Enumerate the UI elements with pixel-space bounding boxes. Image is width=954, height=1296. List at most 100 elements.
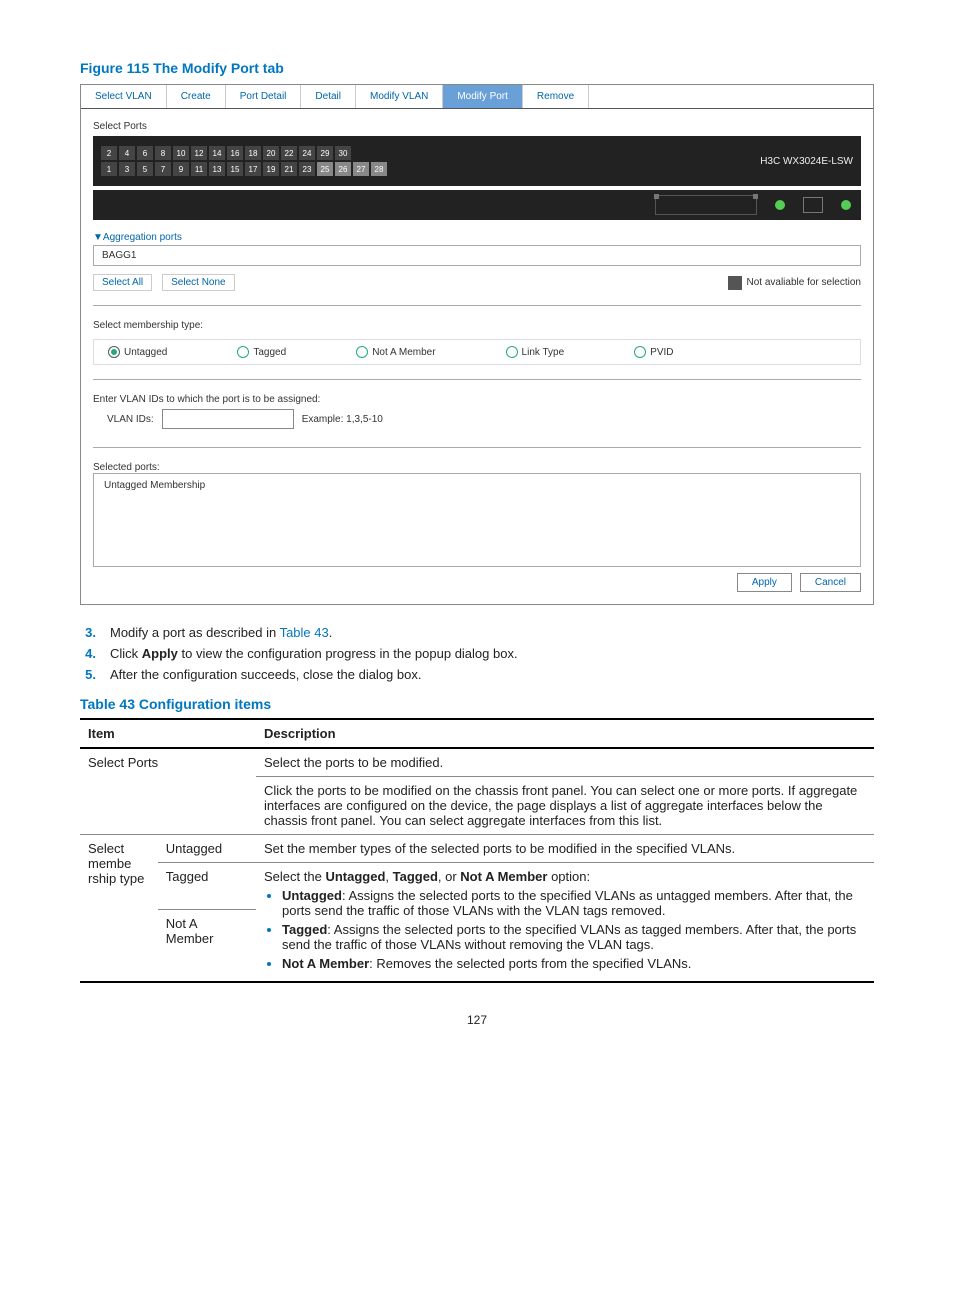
radio-pvid[interactable]: PVID <box>634 346 673 358</box>
port-16[interactable]: 16 <box>227 146 243 160</box>
radio-label: Not A Member <box>372 347 435 358</box>
legend-text: Not avaliable for selection <box>746 277 861 288</box>
tab-modify-port[interactable]: Modify Port <box>443 85 523 108</box>
port-25[interactable]: 25 <box>317 162 333 176</box>
port-13[interactable]: 13 <box>209 162 225 176</box>
port-9[interactable]: 9 <box>173 162 189 176</box>
td-desc: Click the ports to be modified on the ch… <box>256 777 874 835</box>
step-number: 5. <box>80 667 96 682</box>
radio-untagged[interactable]: Untagged <box>108 346 167 358</box>
td-select-membership: Select membe rship type <box>80 835 158 983</box>
port-28[interactable]: 28 <box>371 162 387 176</box>
port-7[interactable]: 7 <box>155 162 171 176</box>
port-22[interactable]: 22 <box>281 146 297 160</box>
port-6[interactable]: 6 <box>137 146 153 160</box>
step-text: Click Apply to view the configuration pr… <box>110 646 518 661</box>
status-slot <box>655 195 757 215</box>
step-item: 4. Click Apply to view the configuration … <box>80 646 874 661</box>
radio-label: PVID <box>650 347 673 358</box>
chassis-panel: 246810121416182022242930 135791113151719… <box>93 136 861 186</box>
port-15[interactable]: 15 <box>227 162 243 176</box>
port-2[interactable]: 2 <box>101 146 117 160</box>
port-11[interactable]: 11 <box>191 162 207 176</box>
select-ports-label: Select Ports <box>93 121 861 132</box>
radio-label: Untagged <box>124 347 167 358</box>
radio-not-a-member[interactable]: Not A Member <box>356 346 435 358</box>
membership-radio-group: Untagged Tagged Not A Member Link Type PVID <box>93 339 861 365</box>
tab-create[interactable]: Create <box>167 85 226 108</box>
step-text: After the configuration succeeds, close … <box>110 667 421 682</box>
tab-port-detail[interactable]: Port Detail <box>226 85 302 108</box>
port-30[interactable]: 30 <box>335 146 351 160</box>
status-bar <box>93 190 861 220</box>
tab-detail[interactable]: Detail <box>301 85 356 108</box>
radio-link-type[interactable]: Link Type <box>506 346 565 358</box>
port-3[interactable]: 3 <box>119 162 135 176</box>
port-12[interactable]: 12 <box>191 146 207 160</box>
td-desc: Select the Untagged, Tagged, or Not A Me… <box>256 863 874 983</box>
port-27[interactable]: 27 <box>353 162 369 176</box>
status-dot-icon <box>841 200 851 210</box>
step-item: 3.Modify a port as described in Table 43… <box>80 625 874 640</box>
cancel-button[interactable]: Cancel <box>800 573 861 592</box>
vlan-ids-input[interactable] <box>162 409 294 429</box>
device-model-label: H3C WX3024E-LSW <box>760 156 853 167</box>
radio-dot-icon <box>634 346 646 358</box>
select-none-button[interactable]: Select None <box>162 274 234 291</box>
step-bold: Apply <box>142 646 178 661</box>
tab-bar: Select VLANCreatePort DetailDetailModify… <box>81 85 873 109</box>
membership-type-label: Select membership type: <box>93 320 861 331</box>
port-20[interactable]: 20 <box>263 146 279 160</box>
port-21[interactable]: 21 <box>281 162 297 176</box>
tab-modify-vlan[interactable]: Modify VLAN <box>356 85 443 108</box>
port-23[interactable]: 23 <box>299 162 315 176</box>
select-all-button[interactable]: Select All <box>93 274 152 291</box>
legend-swatch-icon <box>728 276 742 290</box>
port-26[interactable]: 26 <box>335 162 351 176</box>
td-desc: Set the member types of the selected por… <box>256 835 874 863</box>
page-number: 127 <box>80 1013 874 1027</box>
status-dot-icon <box>775 200 785 210</box>
step-text: Modify a port as described in Table 43. <box>110 625 332 640</box>
port-24[interactable]: 24 <box>299 146 315 160</box>
port-5[interactable]: 5 <box>137 162 153 176</box>
port-14[interactable]: 14 <box>209 146 225 160</box>
port-29[interactable]: 29 <box>317 146 333 160</box>
tab-select-vlan[interactable]: Select VLAN <box>81 85 167 108</box>
figure-title: Figure 115 The Modify Port tab <box>80 60 874 76</box>
port-8[interactable]: 8 <box>155 146 171 160</box>
th-description: Description <box>256 719 874 748</box>
vlan-ids-label: VLAN IDs: <box>107 414 154 425</box>
port-19[interactable]: 19 <box>263 162 279 176</box>
aggregation-item[interactable]: BAGG1 <box>93 245 861 266</box>
aggregation-ports-header[interactable]: ▼Aggregation ports <box>93 232 861 243</box>
radio-dot-icon <box>108 346 120 358</box>
apply-button[interactable]: Apply <box>737 573 792 592</box>
selected-ports-label: Selected ports: <box>93 462 861 473</box>
td-desc: Select the ports to be modified. <box>256 748 874 777</box>
step-list: 3.Modify a port as described in Table 43… <box>80 625 874 682</box>
radio-tagged[interactable]: Tagged <box>237 346 286 358</box>
port-10[interactable]: 10 <box>173 146 189 160</box>
radio-label: Link Type <box>522 347 565 358</box>
radio-dot-icon <box>237 346 249 358</box>
selected-ports-box: Untagged Membership <box>93 473 861 567</box>
port-17[interactable]: 17 <box>245 162 261 176</box>
td-select-ports: Select Ports <box>80 748 256 835</box>
radio-dot-icon <box>356 346 368 358</box>
radio-dot-icon <box>506 346 518 358</box>
port-18[interactable]: 18 <box>245 146 261 160</box>
status-port-icon <box>803 197 823 213</box>
port-4[interactable]: 4 <box>119 146 135 160</box>
radio-label: Tagged <box>253 347 286 358</box>
td-untagged: Untagged <box>158 835 256 863</box>
th-item: Item <box>80 719 256 748</box>
td-not-a-member: Not A Member <box>158 909 256 982</box>
tab-remove[interactable]: Remove <box>523 85 589 108</box>
step-link[interactable]: Table 43 <box>280 625 329 640</box>
step-number: 4. <box>80 646 96 661</box>
untagged-membership-label: Untagged Membership <box>104 480 850 491</box>
enter-vlan-label: Enter VLAN IDs to which the port is to b… <box>93 394 861 405</box>
port-1[interactable]: 1 <box>101 162 117 176</box>
modify-port-screenshot: Select VLANCreatePort DetailDetailModify… <box>80 84 874 605</box>
